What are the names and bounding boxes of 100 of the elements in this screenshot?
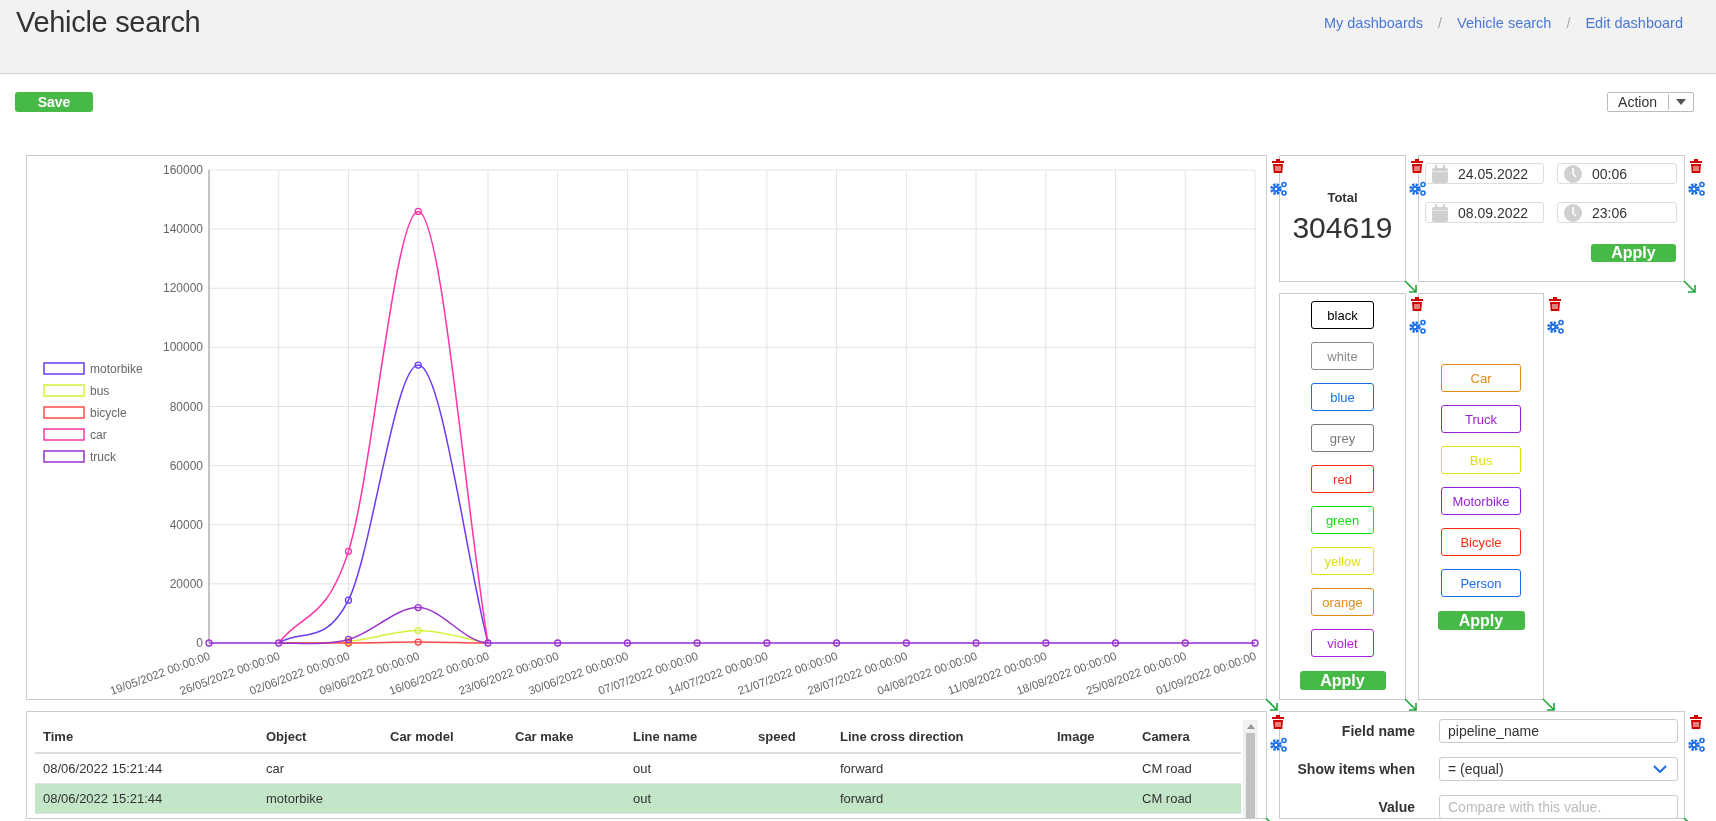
- gears-icon[interactable]: [1409, 319, 1426, 334]
- table-cell-text: 08/06/2022 15:21:44: [42, 791, 164, 806]
- chevron-down-icon: [1653, 765, 1667, 773]
- calendar-icon: [1432, 164, 1448, 183]
- trash-icon[interactable]: [1549, 297, 1561, 311]
- data-point: [832, 639, 841, 647]
- object-type-button[interactable]: Bicycle: [1441, 528, 1521, 556]
- resize-arrow-icon[interactable]: [1542, 698, 1555, 711]
- color-button[interactable]: blue: [1311, 383, 1374, 411]
- table-cell-text: out: [632, 761, 653, 776]
- gears-icon[interactable]: [1409, 181, 1426, 196]
- legend-label: car: [90, 428, 107, 442]
- tick-label: 100000: [162, 340, 203, 355]
- column-header[interactable]: Image: [1049, 728, 1134, 744]
- field-label: Show items when: [1296, 761, 1415, 777]
- table-cell-text: out: [632, 791, 653, 806]
- data-point: [1181, 639, 1189, 647]
- data-point: [414, 361, 422, 369]
- color-button[interactable]: violet: [1311, 629, 1374, 657]
- resize-arrow-icon[interactable]: [1404, 698, 1417, 711]
- column-header[interactable]: speed: [750, 728, 832, 744]
- data-point: [275, 639, 283, 647]
- table-cell-text: 08/06/2022 15:21:44: [42, 761, 164, 776]
- scroll-up-icon: [1246, 724, 1255, 729]
- resize-arrow-icon[interactable]: [1404, 280, 1417, 293]
- data-point: [763, 639, 771, 647]
- tick-label: 80000: [169, 399, 203, 414]
- data-point: [344, 596, 353, 604]
- data-point: [414, 626, 422, 635]
- breadcrumb-link[interactable]: My dashboards: [1323, 15, 1424, 31]
- date-field[interactable]: 24.05.2022: [1425, 163, 1544, 184]
- data-point: [1111, 639, 1120, 647]
- tick-label: 120000: [162, 281, 203, 296]
- breadcrumb-separator: /: [1438, 15, 1443, 31]
- color-button[interactable]: grey: [1311, 424, 1374, 452]
- resize-arrow-icon[interactable]: [1683, 280, 1696, 293]
- legend-swatch: [43, 406, 85, 419]
- data-point: [972, 639, 980, 647]
- column-header[interactable]: Object: [258, 728, 382, 744]
- gears-icon[interactable]: [1688, 181, 1705, 196]
- value-input[interactable]: Compare with this value.: [1439, 795, 1678, 818]
- time-field[interactable]: 00:06: [1557, 163, 1677, 184]
- table-row[interactable]: 08/06/2022 15:21:44 motorbike out forward CM road: [35, 784, 1241, 814]
- table-cell-text: motorbike: [265, 791, 325, 806]
- time-field[interactable]: 23:06: [1557, 202, 1677, 223]
- legend-label: motorbike: [90, 362, 143, 376]
- column-header[interactable]: Car model: [382, 728, 507, 744]
- clock-icon: [1564, 203, 1582, 222]
- field-name-input[interactable]: pipeline_name: [1439, 719, 1678, 743]
- color-button[interactable]: white: [1311, 342, 1374, 370]
- data-point: [902, 639, 910, 647]
- data-point: [1251, 639, 1259, 647]
- action-dropdown[interactable]: Action: [1607, 92, 1694, 112]
- data-point: [205, 639, 213, 647]
- gears-icon[interactable]: [1270, 737, 1287, 752]
- gears-icon[interactable]: [1688, 737, 1705, 752]
- data-point: [414, 207, 422, 216]
- object-type-button[interactable]: Person: [1441, 569, 1521, 597]
- column-header[interactable]: Camera: [1134, 728, 1241, 744]
- gears-icon[interactable]: [1270, 181, 1287, 196]
- data-point: [1042, 639, 1050, 647]
- column-header[interactable]: Car make: [507, 728, 625, 744]
- tick-label: 20000: [169, 576, 203, 591]
- table-cell-text: forward: [839, 761, 885, 776]
- data-point: [344, 547, 353, 555]
- data-point: [484, 639, 492, 647]
- data-point: [693, 639, 701, 647]
- condition-select[interactable]: = (equal): [1439, 757, 1678, 781]
- trash-icon[interactable]: [1690, 715, 1702, 729]
- legend-swatch: [43, 428, 85, 441]
- legend-label: bicycle: [90, 406, 127, 420]
- object-type-button[interactable]: Truck: [1441, 405, 1521, 433]
- legend-swatch: [43, 450, 85, 463]
- breadcrumb-link[interactable]: Vehicle search: [1457, 15, 1552, 31]
- tick-label: 60000: [169, 458, 203, 473]
- table-cell-text: CM road: [1141, 761, 1193, 776]
- gears-icon[interactable]: [1547, 319, 1564, 334]
- color-button[interactable]: black: [1311, 301, 1374, 329]
- clock-icon: [1564, 164, 1582, 183]
- field-label: Field name: [1340, 723, 1415, 739]
- object-type-button[interactable]: Motorbike: [1441, 487, 1521, 515]
- legend-label: bus: [90, 384, 110, 398]
- scrollbar[interactable]: [1243, 720, 1258, 818]
- column-header[interactable]: Line cross direction: [832, 728, 1049, 744]
- trash-icon[interactable]: [1690, 159, 1702, 173]
- page-title: Vehicle search: [16, 6, 201, 39]
- breadcrumb-link[interactable]: Edit dashboard: [1585, 15, 1683, 31]
- breadcrumb-separator: /: [1566, 15, 1571, 31]
- resize-arrow-icon[interactable]: [1265, 698, 1278, 711]
- date-field[interactable]: 08.09.2022: [1425, 202, 1544, 223]
- scrollbar-thumb[interactable]: [1246, 733, 1255, 818]
- field-label: Value: [1377, 799, 1415, 815]
- column-header[interactable]: Line name: [625, 728, 750, 744]
- legend-swatch: [43, 384, 85, 397]
- column-header[interactable]: Time: [35, 728, 258, 744]
- table-cell-text: CM road: [1141, 791, 1193, 806]
- legend-label: truck: [90, 450, 116, 464]
- tick-label: 160000: [162, 163, 203, 177]
- legend-swatch: [43, 362, 85, 375]
- color-button[interactable]: red: [1311, 465, 1374, 493]
